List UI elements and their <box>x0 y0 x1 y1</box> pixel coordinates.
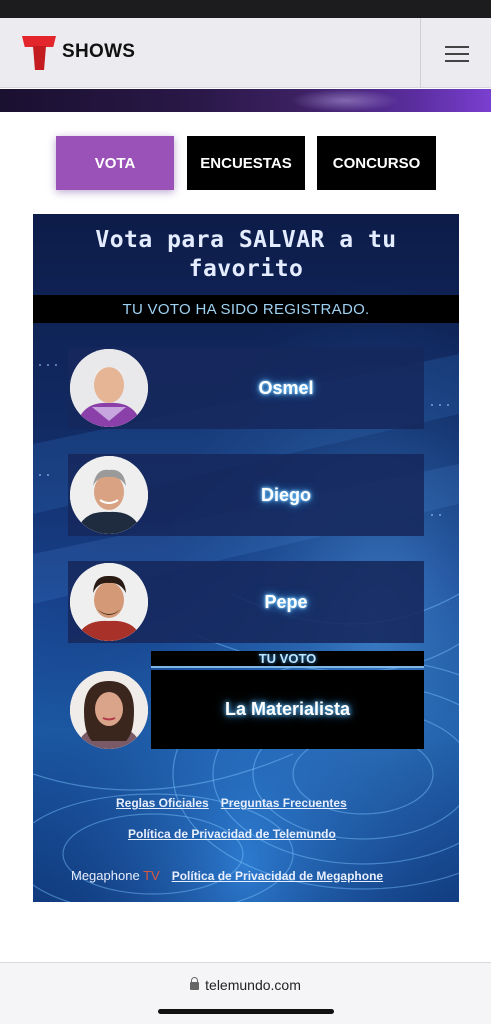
candidate-pepe[interactable]: Pepe <box>68 561 424 643</box>
avatar <box>70 563 148 641</box>
url-display[interactable]: telemundo.com <box>0 977 491 993</box>
logo-text: SHOWS <box>62 41 136 62</box>
megaphone-tv-logo[interactable]: Megaphone TV <box>71 868 160 883</box>
faq-link[interactable]: Preguntas Frecuentes <box>221 796 347 810</box>
selected-candidate-la-materialista: TU VOTO La Materialista <box>68 651 424 749</box>
tab-encuestas[interactable]: ENCUESTAS <box>187 136 305 190</box>
avatar <box>70 456 148 534</box>
telemundo-shows-logo[interactable]: SHOWS <box>22 34 135 70</box>
url-text: telemundo.com <box>205 977 301 993</box>
megaphone-brand-text: Megaphone <box>71 868 140 883</box>
home-indicator[interactable] <box>158 1009 334 1014</box>
status-bar <box>0 0 491 18</box>
megaphone-brand-tv: TV <box>143 868 160 883</box>
candidate-name: Osmel <box>258 377 314 398</box>
selected-candidate-name[interactable]: La Materialista <box>151 670 424 749</box>
hamburger-menu-icon[interactable] <box>434 40 480 68</box>
tab-concurso[interactable]: CONCURSO <box>317 136 436 190</box>
poll-title: Vota para SALVAR a tu favorito <box>95 227 397 282</box>
lock-icon <box>190 977 200 990</box>
candidate-diego[interactable]: Diego <box>68 454 424 536</box>
rules-link[interactable]: Reglas Oficiales <box>116 796 209 810</box>
telemundo-privacy-link[interactable]: Política de Privacidad de Telemundo <box>128 827 336 841</box>
megaphone-privacy-link[interactable]: Política de Privacidad de Megaphone <box>172 869 383 883</box>
vote-registered-message: TU VOTO HA SIDO REGISTRADO. <box>33 295 459 323</box>
candidate-name: Diego <box>260 484 311 505</box>
site-header: SHOWS <box>0 18 491 88</box>
hero-banner-strip <box>0 89 491 112</box>
header-divider <box>420 18 421 88</box>
vote-panel: Vota para SALVAR a tu favorito TU VOTO H… <box>33 214 459 902</box>
browser-address-bar: telemundo.com <box>0 962 491 1024</box>
candidate-osmel[interactable]: Osmel <box>68 347 424 429</box>
avatar <box>70 349 148 427</box>
tab-vota[interactable]: VOTA <box>56 136 174 190</box>
candidate-name: Pepe <box>264 591 308 612</box>
avatar <box>70 671 148 749</box>
poll-tabs: VOTA ENCUESTAS CONCURSO <box>0 136 491 190</box>
your-vote-label: TU VOTO <box>151 651 424 668</box>
telemundo-t-icon <box>22 34 56 70</box>
